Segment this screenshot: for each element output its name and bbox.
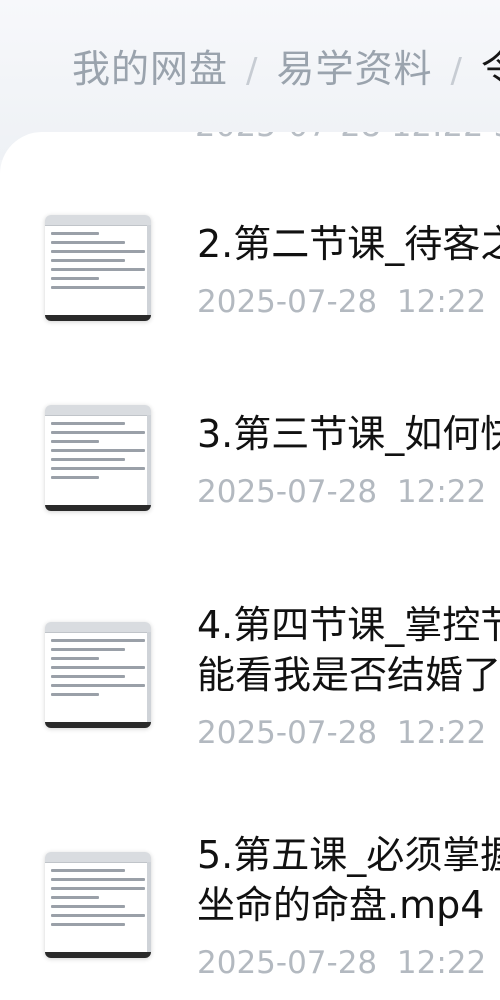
document-thumbnail-icon <box>45 622 151 728</box>
breadcrumb: 我的网盘 / 易学资料 / 令 <box>72 38 500 93</box>
file-date: 2025-07-28 <box>197 284 378 320</box>
file-meta: 2025-07-28 12:22 4 <box>197 715 500 751</box>
file-time: 12:22 <box>396 474 487 510</box>
breadcrumb-current-folder: 令 <box>481 47 500 91</box>
file-meta: 2025-07-28 12:22 5 <box>197 284 500 320</box>
file-date: 2025-07-28 <box>197 945 378 981</box>
partial-file-meta: 2025-07-28 12:22 3 <box>195 132 500 144</box>
file-meta: 2025-07-28 12:22 5 <box>197 945 500 981</box>
breadcrumb-folder[interactable]: 易学资料 <box>276 47 432 91</box>
file-title-line: 2.第二节课_待客之 <box>197 222 500 266</box>
file-row[interactable]: 2.第二节课_待客之 2025-07-28 12:22 5 <box>0 207 500 407</box>
file-row[interactable]: 3.第三节课_如何快 2025-07-28 12:22 7 <box>0 397 500 597</box>
file-list: 2025-07-28 12:22 3 2.第二节课_待客之 2025-07-28… <box>0 132 500 1000</box>
file-date: 2025-07-28 <box>197 474 378 510</box>
document-thumbnail-icon <box>45 215 151 321</box>
breadcrumb-separator: / <box>450 51 463 91</box>
breadcrumb-my-drive[interactable]: 我的网盘 <box>72 47 228 91</box>
file-title-line: 能看我是否结婚了 <box>197 653 500 697</box>
file-browser-page: 我的网盘 / 易学资料 / 令 2025-07-28 12:22 3 2.第二节课_待客… <box>0 0 500 1000</box>
file-row[interactable]: 4.第四节课_掌控节 能看我是否结婚了 2025-07-28 12:22 4 <box>0 592 500 792</box>
document-thumbnail-icon <box>45 405 151 511</box>
file-time: 12:22 <box>396 715 487 751</box>
file-title-line: 3.第三节课_如何快 <box>197 412 500 456</box>
document-thumbnail-icon <box>45 852 151 958</box>
file-title-line: 4.第四节课_掌控节 <box>197 603 500 647</box>
file-title-line: 5.第五课_必须掌握 <box>197 833 500 877</box>
file-time: 12:22 <box>396 945 487 981</box>
file-time: 12:22 <box>396 284 487 320</box>
breadcrumb-separator: / <box>246 51 259 91</box>
file-date: 2025-07-28 <box>197 715 378 751</box>
file-title-line: 坐命的命盘.mp4 <box>197 883 485 927</box>
file-row[interactable]: 5.第五课_必须掌握 坐命的命盘.mp4 2025-07-28 12:22 5 <box>0 822 500 1000</box>
file-meta: 2025-07-28 12:22 7 <box>197 474 500 510</box>
